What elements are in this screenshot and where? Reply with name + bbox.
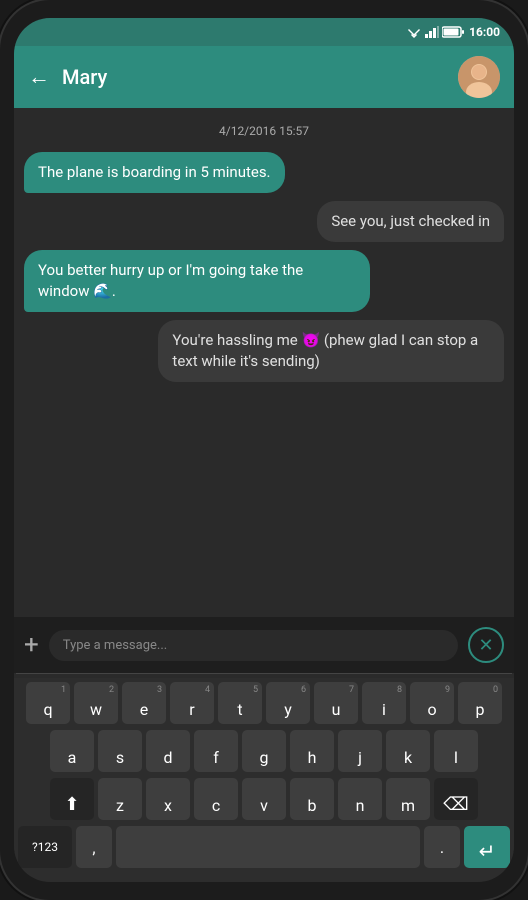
nums-key[interactable]: ?123 [18, 826, 72, 868]
status-time: 16:00 [469, 25, 500, 39]
key-c[interactable]: c [194, 778, 238, 820]
cancel-icon: ✕ [478, 635, 493, 656]
key-l[interactable]: l [434, 730, 478, 772]
message-input[interactable]: Type a message... [49, 630, 458, 661]
key-k[interactable]: k [386, 730, 430, 772]
space-key[interactable] [116, 826, 420, 868]
keyboard-divider [16, 673, 512, 674]
input-text: Type a message... [63, 638, 167, 653]
key-h[interactable]: h [290, 730, 334, 772]
message-text-3: You better hurry up or I'm going take th… [38, 261, 303, 300]
keyboard-row-1: 1q 2w 3e 4r 5t 6y 7u 8i 9o 0p [18, 682, 510, 724]
message-text-2: See you, just checked in [331, 212, 490, 230]
key-o[interactable]: 9o [410, 682, 454, 724]
wifi-icon [406, 26, 422, 38]
key-a[interactable]: a [50, 730, 94, 772]
avatar[interactable] [458, 56, 500, 98]
status-right: 16:00 [406, 25, 500, 39]
key-x[interactable]: x [146, 778, 190, 820]
input-area: + Type a message... ✕ [14, 617, 514, 673]
status-icons [406, 26, 464, 38]
key-e[interactable]: 3e [122, 682, 166, 724]
period-key[interactable]: . [424, 826, 460, 868]
message-text-4: You're hassling me 😈 (phew glad I can st… [172, 331, 478, 370]
key-n[interactable]: n [338, 778, 382, 820]
battery-icon [442, 26, 464, 38]
key-s[interactable]: s [98, 730, 142, 772]
key-g[interactable]: g [242, 730, 286, 772]
message-text-1: The plane is boarding in 5 minutes. [38, 163, 271, 181]
message-bubble-3: You better hurry up or I'm going take th… [24, 250, 370, 312]
key-d[interactable]: d [146, 730, 190, 772]
cancel-send-button[interactable]: ✕ [468, 627, 504, 663]
enter-key[interactable]: ↵ [464, 826, 510, 868]
comma-key[interactable]: , [76, 826, 112, 868]
message-bubble-2: See you, just checked in [317, 201, 504, 242]
keyboard-row-2: a s d f g h j k l [18, 730, 510, 772]
key-t[interactable]: 5t [218, 682, 262, 724]
key-u[interactable]: 7u [314, 682, 358, 724]
signal-icon [425, 26, 439, 38]
keyboard-row-bottom: ?123 , . ↵ [18, 826, 510, 868]
phone-screen: 16:00 ← Mary 4/12/2016 15:57 [14, 18, 514, 882]
phone-frame: 16:00 ← Mary 4/12/2016 15:57 [0, 0, 528, 900]
message-bubble-1: The plane is boarding in 5 minutes. [24, 152, 285, 193]
avatar-svg [458, 56, 500, 98]
avatar-image [458, 56, 500, 98]
status-bar: 16:00 [14, 18, 514, 46]
keyboard: 1q 2w 3e 4r 5t 6y 7u 8i 9o 0p a s d f g … [14, 678, 514, 882]
key-p[interactable]: 0p [458, 682, 502, 724]
key-r[interactable]: 4r [170, 682, 214, 724]
contact-name: Mary [62, 65, 446, 89]
key-b[interactable]: b [290, 778, 334, 820]
key-w[interactable]: 2w [74, 682, 118, 724]
keyboard-row-3: ⬆ z x c v b n m ⌫ [18, 778, 510, 820]
key-y[interactable]: 6y [266, 682, 310, 724]
shift-key[interactable]: ⬆ [50, 778, 94, 820]
key-f[interactable]: f [194, 730, 238, 772]
key-v[interactable]: v [242, 778, 286, 820]
key-z[interactable]: z [98, 778, 142, 820]
back-button[interactable]: ← [28, 64, 50, 90]
message-bubble-4: You're hassling me 😈 (phew glad I can st… [158, 320, 504, 382]
key-q[interactable]: 1q [26, 682, 70, 724]
backspace-key[interactable]: ⌫ [434, 778, 478, 820]
key-i[interactable]: 8i [362, 682, 406, 724]
chat-area: 4/12/2016 15:57 The plane is boarding in… [14, 108, 514, 617]
key-m[interactable]: m [386, 778, 430, 820]
attach-button[interactable]: + [24, 632, 39, 658]
chat-header: ← Mary [14, 46, 514, 108]
key-j[interactable]: j [338, 730, 382, 772]
date-label: 4/12/2016 15:57 [24, 124, 504, 138]
